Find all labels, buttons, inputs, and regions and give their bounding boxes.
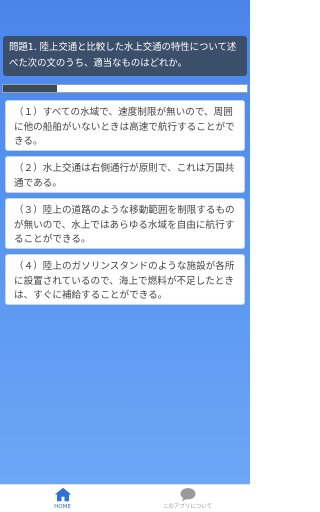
progress-bar-fill: [3, 85, 57, 92]
tab-home[interactable]: HOME: [0, 485, 125, 512]
chat-bubble-icon: [180, 488, 195, 502]
answer-option-3[interactable]: （３）陸上の道路のような移動範囲を制限するものが無いので、水上ではあらゆる水域を…: [5, 198, 245, 249]
quiz-screen: 問題1. 陸上交通と比較した水上交通の特性について述べた次の文のうち、適当なもの…: [0, 0, 250, 484]
tab-home-label: HOME: [54, 504, 71, 510]
answer-option-2[interactable]: （２）水上交通は右側通行が原則で、これは万国共通である。: [5, 156, 245, 193]
answer-list: （１）すべての水域で、速度制限が無いので、周囲に他の船舶がいないときは高速で航行…: [5, 100, 245, 310]
tab-about-app-label: このアプリについて: [162, 504, 213, 510]
question-text: 問題1. 陸上交通と比較した水上交通の特性について述べた次の文のうち、適当なもの…: [3, 36, 247, 76]
bottom-tab-bar: HOME このアプリについて: [0, 484, 250, 512]
home-icon: [54, 487, 71, 502]
tab-about-app[interactable]: このアプリについて: [125, 485, 250, 512]
answer-option-1[interactable]: （１）すべての水域で、速度制限が無いので、周囲に他の船舶がいないときは高速で航行…: [5, 100, 245, 151]
answer-option-4[interactable]: （４）陸上のガソリンスタンドのような施設が各所に設置されているので、海上で燃料が…: [5, 254, 245, 305]
progress-bar: [2, 84, 248, 93]
